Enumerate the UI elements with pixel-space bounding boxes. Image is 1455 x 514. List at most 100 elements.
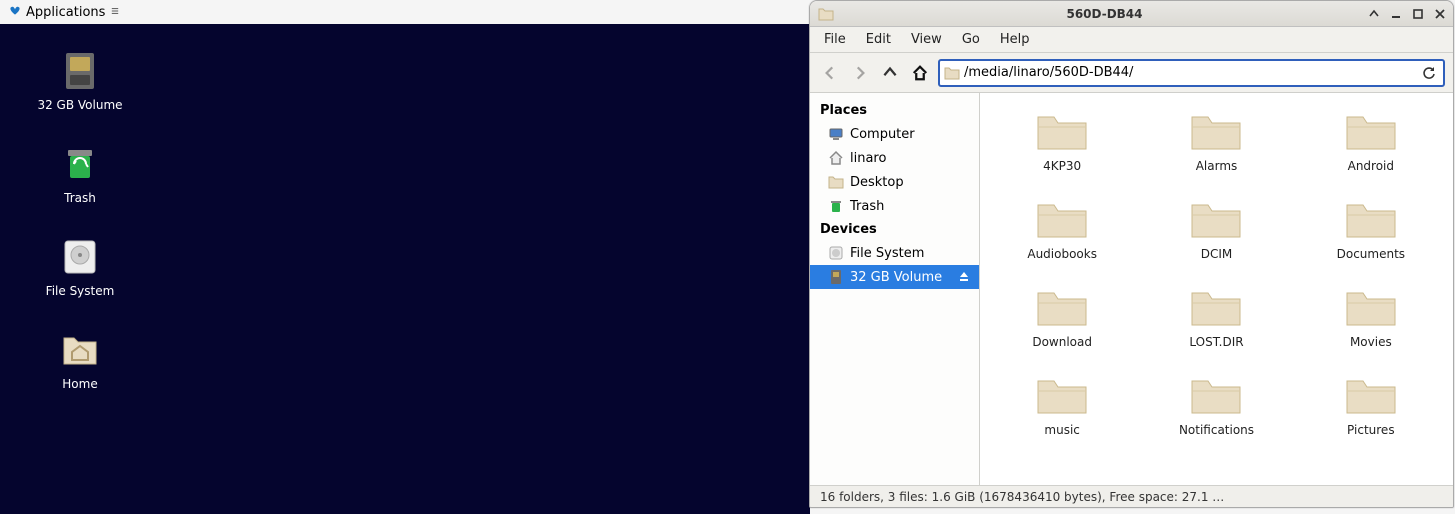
location-input[interactable] [964, 65, 1419, 80]
folder-item[interactable]: Documents [1299, 195, 1443, 261]
sidebar-item-volume[interactable]: 32 GB Volume [810, 265, 979, 289]
folder-item[interactable]: Android [1299, 107, 1443, 173]
computer-icon [828, 126, 844, 142]
eject-icon[interactable] [957, 270, 971, 284]
close-button[interactable] [1433, 7, 1447, 21]
desktop-icon-home[interactable]: Home [59, 329, 101, 392]
folder-label: Movies [1350, 335, 1392, 349]
folder-item[interactable]: Movies [1299, 283, 1443, 349]
folder-item[interactable]: Alarms [1144, 107, 1288, 173]
folder-item[interactable]: Audiobooks [990, 195, 1134, 261]
folder-item[interactable]: Download [990, 283, 1134, 349]
file-view[interactable]: 4KP30 Alarms Android [980, 93, 1453, 485]
folder-item[interactable]: Pictures [1299, 371, 1443, 437]
applications-label: Applications [26, 5, 105, 20]
folder-label: DCIM [1201, 247, 1233, 261]
folder-icon [1034, 283, 1090, 331]
trash-icon [828, 198, 844, 214]
folder-icon [1343, 283, 1399, 331]
statusbar: 16 folders, 3 files: 1.6 GiB (1678436410… [810, 485, 1453, 507]
window-title: 560D-DB44 [842, 7, 1367, 21]
hard-drive-icon [59, 236, 101, 278]
folder-icon [1188, 107, 1244, 155]
folder-item[interactable]: Notifications [1144, 371, 1288, 437]
menu-help[interactable]: Help [990, 28, 1040, 51]
desktop-icon-label: Home [62, 377, 97, 392]
up-button[interactable] [878, 61, 902, 85]
menu-file[interactable]: File [814, 28, 856, 51]
folder-icon [1188, 371, 1244, 419]
sidebar-item-computer[interactable]: Computer [810, 122, 979, 146]
sidebar-item-home[interactable]: linaro [810, 146, 979, 170]
file-manager-window: 560D-DB44 File Edit View Go Help [809, 0, 1454, 508]
sidebar-item-label: Trash [850, 199, 884, 214]
folder-item[interactable]: music [990, 371, 1134, 437]
icon-grid: 4KP30 Alarms Android [990, 107, 1443, 437]
menu-indicator-icon [111, 5, 119, 19]
desktop-icon-label: File System [46, 284, 115, 299]
home-button[interactable] [908, 61, 932, 85]
folder-icon [1343, 195, 1399, 243]
sidebar-item-label: Desktop [850, 175, 904, 190]
folder-label: Pictures [1347, 423, 1395, 437]
forward-button[interactable] [848, 61, 872, 85]
folder-icon [818, 6, 834, 22]
desktop-icon-volume[interactable]: 32 GB Volume [37, 50, 122, 113]
folder-label: 4KP30 [1043, 159, 1081, 173]
folder-label: music [1044, 423, 1079, 437]
folder-label: Audiobooks [1027, 247, 1097, 261]
refresh-button[interactable] [1419, 65, 1439, 81]
folder-icon [1343, 371, 1399, 419]
folder-icon [1188, 195, 1244, 243]
folder-label: LOST.DIR [1189, 335, 1243, 349]
sidebar-places-header: Places [810, 99, 979, 122]
desktop-icons: 32 GB Volume Trash File System [30, 50, 130, 392]
folder-icon [1188, 283, 1244, 331]
sidebar-item-filesystem[interactable]: File System [810, 241, 979, 265]
folder-label: Alarms [1196, 159, 1238, 173]
sidebar-item-desktop[interactable]: Desktop [810, 170, 979, 194]
removable-drive-icon [59, 50, 101, 92]
minimize-button[interactable] [1389, 7, 1403, 21]
sidebar-item-label: Computer [850, 127, 915, 142]
sidebar-devices-header: Devices [810, 218, 979, 241]
folder-label: Android [1348, 159, 1394, 173]
folder-icon [1034, 195, 1090, 243]
menubar: File Edit View Go Help [810, 27, 1453, 53]
sidebar-item-trash[interactable]: Trash [810, 194, 979, 218]
desktop-folder-icon [828, 174, 844, 190]
back-button[interactable] [818, 61, 842, 85]
menu-edit[interactable]: Edit [856, 28, 901, 51]
folder-icon [944, 65, 960, 81]
sidebar-item-label: File System [850, 246, 924, 261]
maximize-button[interactable] [1411, 7, 1425, 21]
top-panel: Applications [0, 0, 810, 24]
folder-label: Documents [1337, 247, 1405, 261]
desktop-icon-filesystem[interactable]: File System [46, 236, 115, 299]
desktop-icon-trash[interactable]: Trash [59, 143, 101, 206]
folder-icon [1343, 107, 1399, 155]
menu-go[interactable]: Go [952, 28, 990, 51]
desktop: Applications 32 GB Volume [0, 0, 810, 514]
removable-drive-icon [828, 269, 844, 285]
folder-item[interactable]: DCIM [1144, 195, 1288, 261]
location-bar[interactable] [938, 59, 1445, 87]
folder-item[interactable]: 4KP30 [990, 107, 1134, 173]
toolbar [810, 53, 1453, 93]
applications-menu-button[interactable]: Applications [4, 3, 123, 22]
folder-label: Notifications [1179, 423, 1254, 437]
home-icon [828, 150, 844, 166]
menu-view[interactable]: View [901, 28, 952, 51]
window-titlebar[interactable]: 560D-DB44 [810, 1, 1453, 27]
sidebar-item-label: linaro [850, 151, 886, 166]
xfce-logo-icon [8, 5, 22, 19]
hard-drive-icon [828, 245, 844, 261]
desktop-icon-label: 32 GB Volume [37, 98, 122, 113]
desktop-icon-label: Trash [64, 191, 96, 206]
rollup-button[interactable] [1367, 7, 1381, 21]
folder-item[interactable]: LOST.DIR [1144, 283, 1288, 349]
window-controls [1367, 7, 1447, 21]
sidebar: Places Computer linaro Desktop [810, 93, 980, 485]
statusbar-text: 16 folders, 3 files: 1.6 GiB (1678436410… [820, 490, 1224, 504]
folder-icon [1034, 371, 1090, 419]
